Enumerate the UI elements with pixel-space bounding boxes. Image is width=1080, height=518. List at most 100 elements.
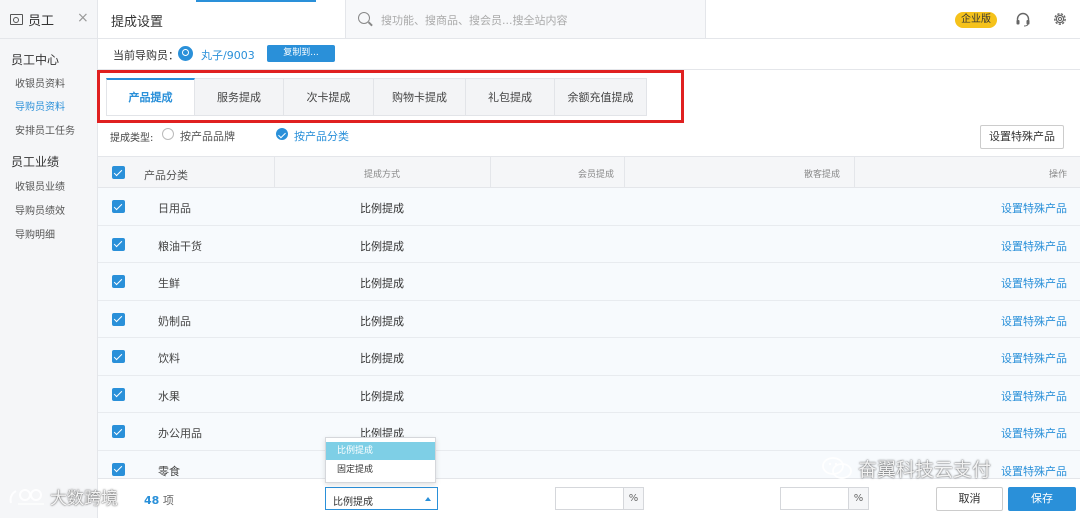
tab-shopping-card-commission[interactable]: 购物卡提成 [374, 78, 466, 116]
row-category: 零食 [158, 464, 180, 478]
cancel-button[interactable]: 取消 [936, 487, 1003, 511]
id-card-icon [10, 13, 23, 25]
row-checkbox[interactable] [112, 312, 125, 326]
row-checkbox[interactable] [112, 200, 125, 213]
select-all-checkbox[interactable] [112, 166, 125, 179]
sidebar-header: 员工 × [0, 0, 97, 39]
row-set-special-link[interactable]: 设置特殊产品 [1001, 313, 1067, 329]
set-special-products-button[interactable]: 设置特殊产品 [980, 125, 1064, 149]
tab-gift-pack-commission[interactable]: 礼包提成 [466, 78, 555, 116]
page-title: 提成设置 [111, 15, 164, 30]
row-checkbox[interactable] [112, 462, 125, 476]
batch-footer: 48 项 比例提成 % % 取消 保存 [98, 478, 1080, 518]
dropdown-option-fixed[interactable]: 固定提成 [326, 461, 435, 479]
sidebar-item-cashier-performance[interactable]: 收银员业绩 [0, 178, 65, 193]
gear-icon[interactable] [1052, 11, 1068, 27]
row-set-special-link[interactable]: 设置特殊产品 [1001, 238, 1067, 254]
member-percent-input[interactable] [555, 487, 624, 510]
current-guide-name[interactable]: 丸子/9003 [201, 47, 255, 63]
col-header-category: 产品分类 [144, 169, 188, 182]
table-header: 产品分类 提成方式 会员提成 散客提成 操作 [98, 156, 1080, 188]
headset-icon[interactable] [1015, 11, 1031, 27]
table-row: 饮料 比例提成 设置特殊产品 [98, 338, 1080, 376]
sidebar-title: 员工 [28, 13, 55, 29]
row-method[interactable]: 比例提成 [360, 350, 404, 366]
edition-badge: 企业版 [955, 12, 997, 28]
col-header-walkin: 散客提成 [804, 170, 841, 180]
row-category: 饮料 [158, 352, 180, 365]
search-icon [358, 12, 370, 24]
current-guide-row: 当前导购员： 丸子/9003 复制到... [98, 39, 1080, 69]
row-category: 办公用品 [158, 427, 202, 440]
member-percent-unit: % [624, 487, 644, 510]
row-set-special-link[interactable]: 设置特殊产品 [1001, 275, 1067, 291]
table-row: 水果 比例提成 设置特殊产品 [98, 375, 1080, 413]
commission-tabs: 产品提成 服务提成 次卡提成 购物卡提成 礼包提成 余额充值提成 [98, 69, 1080, 123]
col-header-action: 操作 [1048, 170, 1067, 180]
radio-by-category[interactable] [276, 128, 288, 140]
user-avatar-icon [178, 46, 193, 61]
method-select-value: 比例提成 [333, 497, 373, 508]
tab-service-commission[interactable]: 服务提成 [195, 78, 284, 116]
col-header-member: 会员提成 [578, 170, 615, 180]
sidebar: 员工 × 员工中心 收银员资料 导购员资料 安排员工任务 员工业绩 收银员业绩 … [0, 0, 98, 518]
row-checkbox[interactable] [112, 425, 125, 438]
tab-product-commission[interactable]: 产品提成 [106, 78, 195, 116]
radio-by-brand[interactable] [162, 128, 174, 140]
caret-up-icon [425, 497, 431, 501]
row-category: 奶制品 [158, 314, 191, 328]
sidebar-item-guide-details[interactable]: 导购明细 [0, 226, 55, 241]
tab-recharge-commission[interactable]: 余额充值提成 [555, 78, 647, 116]
row-method[interactable]: 比例提成 [360, 238, 404, 254]
commission-type-row: 提成类型: 按产品品牌 按产品分类 设置特殊产品 [98, 123, 1080, 153]
method-select[interactable]: 比例提成 [325, 487, 438, 510]
current-guide-label: 当前导购员： [113, 49, 179, 62]
commission-type-label: 提成类型: [110, 133, 154, 144]
copy-to-button[interactable]: 复制到... [267, 45, 335, 62]
table-row: 生鲜 比例提成 设置特殊产品 [98, 263, 1080, 301]
row-set-special-link[interactable]: 设置特殊产品 [1001, 350, 1067, 366]
item-count: 48 项 [144, 492, 174, 508]
sidebar-group-staff-center[interactable]: 员工中心 [0, 51, 59, 68]
table-row: 日用品 比例提成 设置特殊产品 [98, 188, 1080, 226]
commission-table: 产品分类 提成方式 会员提成 散客提成 操作 日用品 比例提成 设置特殊产品 粮油干货… [98, 156, 1080, 488]
row-method[interactable]: 比例提成 [360, 313, 404, 329]
row-category: 水果 [158, 389, 180, 403]
sidebar-group-staff-performance[interactable]: 员工业绩 [0, 153, 59, 170]
row-category: 粮油干货 [158, 239, 202, 253]
row-method[interactable]: 比例提成 [360, 200, 404, 216]
row-set-special-link[interactable]: 设置特殊产品 [1001, 388, 1067, 404]
item-count-value: 48 [144, 494, 160, 507]
row-set-special-link[interactable]: 设置特殊产品 [1001, 200, 1067, 216]
row-method[interactable]: 比例提成 [360, 275, 404, 291]
top-accent-bar [196, 0, 316, 2]
walkin-percent-input[interactable] [780, 487, 849, 510]
sidebar-item-guide-performance[interactable]: 导购员绩效 [0, 202, 65, 217]
row-method[interactable]: 比例提成 [360, 388, 404, 404]
sidebar-item-cashier-info[interactable]: 收银员资料 [0, 75, 65, 90]
col-header-method: 提成方式 [364, 170, 401, 180]
row-checkbox[interactable] [112, 350, 125, 363]
row-category: 日用品 [158, 202, 191, 215]
method-dropdown-menu: 比例提成 固定提成 [325, 437, 436, 483]
sidebar-item-staff-tasks[interactable]: 安排员工任务 [0, 122, 75, 137]
row-checkbox[interactable] [112, 387, 125, 401]
walkin-percent-unit: % [849, 487, 869, 510]
close-icon[interactable]: × [77, 10, 89, 26]
row-checkbox[interactable] [112, 275, 125, 288]
table-row: 奶制品 比例提成 设置特殊产品 [98, 300, 1080, 338]
global-search[interactable]: 搜功能、搜商品、搜会员...搜全站内容 [345, 0, 706, 38]
row-set-special-link[interactable]: 设置特殊产品 [1001, 463, 1067, 479]
sidebar-item-guide-info[interactable]: 导购员资料 [0, 98, 65, 113]
save-button[interactable]: 保存 [1008, 487, 1076, 511]
row-checkbox[interactable] [112, 237, 125, 251]
radio-by-brand-label[interactable]: 按产品品牌 [180, 128, 235, 144]
row-set-special-link[interactable]: 设置特殊产品 [1001, 425, 1067, 441]
search-input[interactable]: 搜功能、搜商品、搜会员...搜全站内容 [381, 12, 568, 28]
item-count-suffix: 项 [162, 494, 174, 507]
dropdown-option-ratio[interactable]: 比例提成 [326, 442, 435, 460]
topbar: 提成设置 搜功能、搜商品、搜会员...搜全站内容 企业版 [98, 0, 1080, 39]
table-row: 办公用品 比例提成 设置特殊产品 [98, 413, 1080, 451]
tab-punch-card-commission[interactable]: 次卡提成 [284, 78, 374, 116]
radio-by-category-label[interactable]: 按产品分类 [294, 128, 349, 144]
